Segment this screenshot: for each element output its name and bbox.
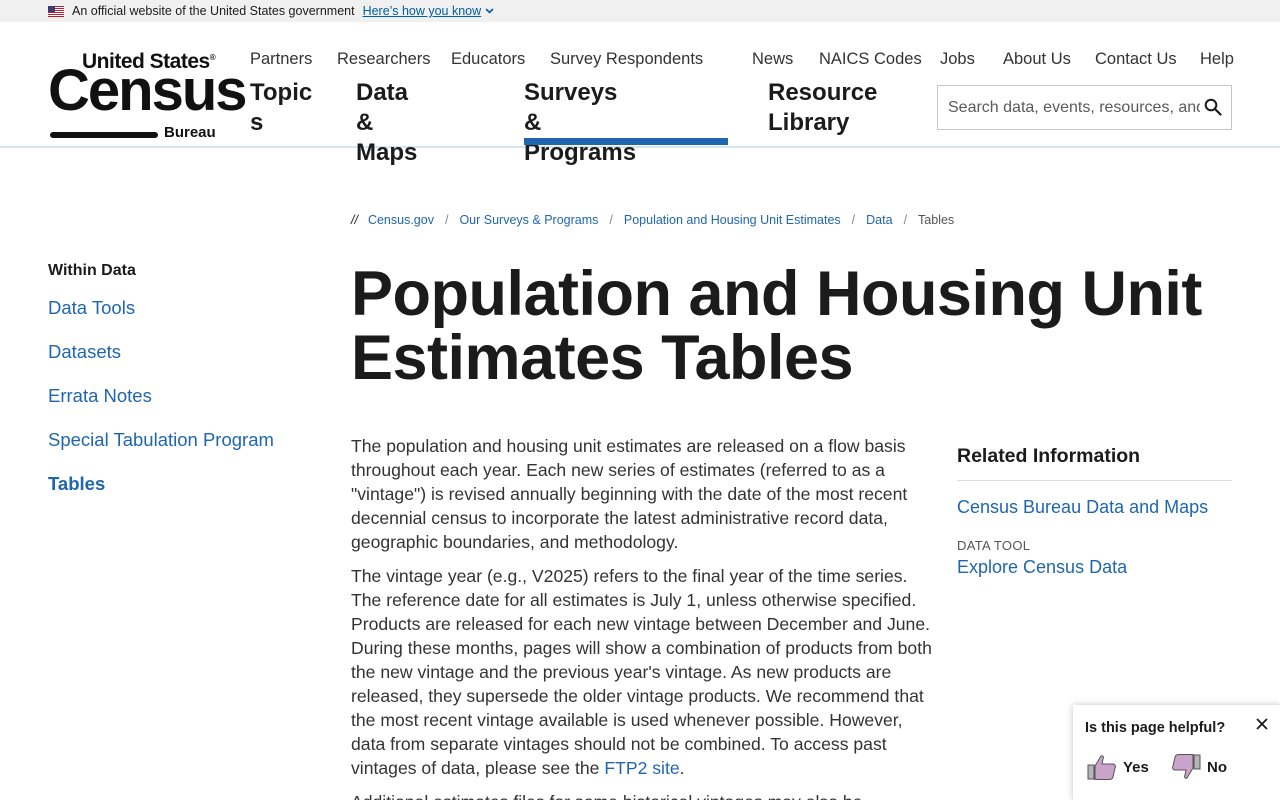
search-icon[interactable]	[1204, 98, 1222, 121]
page-title-line2: Estimates Tables	[351, 323, 854, 393]
sidebar-item-errata-notes[interactable]: Errata Notes	[48, 384, 308, 428]
main-nav-surveys-line1: Surveys &	[524, 79, 618, 136]
main-nav-resource-line2: Library	[768, 109, 850, 136]
sidebar: Within Data Data Tools Datasets Errata N…	[48, 262, 308, 516]
related-information: Related Information Census Bureau Data a…	[957, 445, 1232, 578]
data-tool-label: DATA TOOL	[957, 538, 1031, 553]
search-box	[937, 85, 1232, 130]
logo-census: Census	[48, 58, 248, 123]
logo-bureau: Bureau	[164, 124, 216, 141]
breadcrumb-separator: /	[609, 213, 613, 227]
breadcrumb: // Census.gov / Our Surveys & Programs /…	[351, 213, 954, 227]
nav-survey-respondents[interactable]: Survey Respondents	[550, 50, 703, 69]
main-nav-topics[interactable]: Topic s	[250, 78, 312, 138]
sidebar-item-tables[interactable]: Tables	[48, 472, 308, 516]
ftp2-site-link[interactable]: FTP2 site	[604, 758, 679, 778]
additional-paragraph: Additional estimates files for some hist…	[351, 790, 933, 800]
logo-underline	[50, 132, 158, 138]
intro-paragraph: The population and housing unit estimate…	[351, 436, 908, 552]
breadcrumb-prefix: //	[351, 213, 358, 227]
main-content: The population and housing unit estimate…	[351, 434, 933, 800]
sidebar-item-special-tabulation[interactable]: Special Tabulation Program	[48, 428, 308, 472]
main-nav-surveys-programs[interactable]: Surveys & Programs	[524, 78, 636, 168]
main-nav-topics-line1: Topic	[250, 79, 313, 106]
breadcrumb-pop-housing-estimates[interactable]: Population and Housing Unit Estimates	[624, 213, 841, 227]
vintage-paragraph-text: The vintage year (e.g., V2025) refers to…	[351, 566, 932, 778]
us-flag-icon	[48, 5, 64, 17]
main-nav-data-maps[interactable]: Data & Maps	[356, 78, 417, 168]
breadcrumb-separator: /	[444, 213, 449, 227]
nav-about-us[interactable]: About Us	[1003, 50, 1071, 69]
breadcrumb-census-gov[interactable]: Census.gov	[368, 213, 434, 227]
feedback-widget: Is this page helpful? Yes No	[1073, 705, 1280, 800]
main-nav-resource-line1: Resource	[768, 79, 878, 106]
how-you-know-label[interactable]: Here’s how you know	[363, 4, 482, 18]
main-nav-resource-library[interactable]: Resource Library	[768, 78, 877, 138]
close-icon[interactable]	[1256, 717, 1268, 735]
nav-contact-us[interactable]: Contact Us	[1095, 50, 1177, 69]
page-title: Population and Housing Unit Estimates Ta…	[351, 262, 1231, 390]
census-logo[interactable]: United States® Census Bureau	[48, 50, 248, 141]
breadcrumb-data[interactable]: Data	[866, 213, 892, 227]
sidebar-item-datasets[interactable]: Datasets	[48, 340, 308, 384]
main-nav-data-line2: Maps	[356, 139, 418, 166]
breadcrumb-current: Tables	[918, 213, 955, 227]
feedback-yes-label: Yes	[1123, 758, 1149, 776]
breadcrumb-separator: /	[851, 213, 856, 227]
breadcrumb-separator: /	[903, 213, 908, 227]
thumbs-up-icon	[1087, 755, 1116, 780]
breadcrumb-surveys-programs[interactable]: Our Surveys & Programs	[459, 213, 598, 227]
feedback-no-button[interactable]: No	[1171, 753, 1227, 781]
sidebar-heading: Within Data	[48, 262, 136, 279]
page-title-line1: Population and Housing Unit	[351, 259, 1202, 329]
feedback-no-label: No	[1207, 758, 1227, 776]
gov-banner: An official website of the United States…	[0, 0, 1280, 22]
nav-educators[interactable]: Educators	[451, 50, 525, 69]
feedback-yes-button[interactable]: Yes	[1087, 753, 1149, 781]
explore-census-data-link[interactable]: Explore Census Data	[957, 557, 1232, 578]
nav-help[interactable]: Help	[1200, 50, 1234, 69]
nav-partners[interactable]: Partners	[250, 50, 312, 69]
nav-jobs[interactable]: Jobs	[940, 50, 975, 69]
related-heading: Related Information	[957, 445, 1232, 481]
main-nav-data-line1: Data &	[356, 79, 409, 136]
search-input[interactable]	[948, 98, 1200, 117]
sidebar-item-data-tools[interactable]: Data Tools	[48, 296, 308, 340]
site-header: United States® Census Bureau Partners Re…	[0, 22, 1280, 166]
census-data-maps-link[interactable]: Census Bureau Data and Maps	[957, 497, 1232, 518]
main-nav-topics-line2: s	[250, 109, 264, 136]
thumbs-down-icon	[1172, 754, 1201, 779]
how-you-know-link[interactable]: Here’s how you know	[363, 4, 495, 18]
nav-researchers[interactable]: Researchers	[337, 50, 431, 69]
gov-banner-text: An official website of the United States…	[72, 4, 355, 18]
nav-news[interactable]: News	[752, 50, 793, 69]
nav-naics-codes[interactable]: NAICS Codes	[819, 50, 922, 69]
active-nav-indicator	[524, 138, 728, 145]
chevron-down-icon	[485, 8, 494, 14]
feedback-question: Is this page helpful?	[1085, 720, 1226, 736]
vintage-paragraph-end: .	[679, 758, 685, 778]
vintage-paragraph: The vintage year (e.g., V2025) refers to…	[351, 564, 933, 780]
